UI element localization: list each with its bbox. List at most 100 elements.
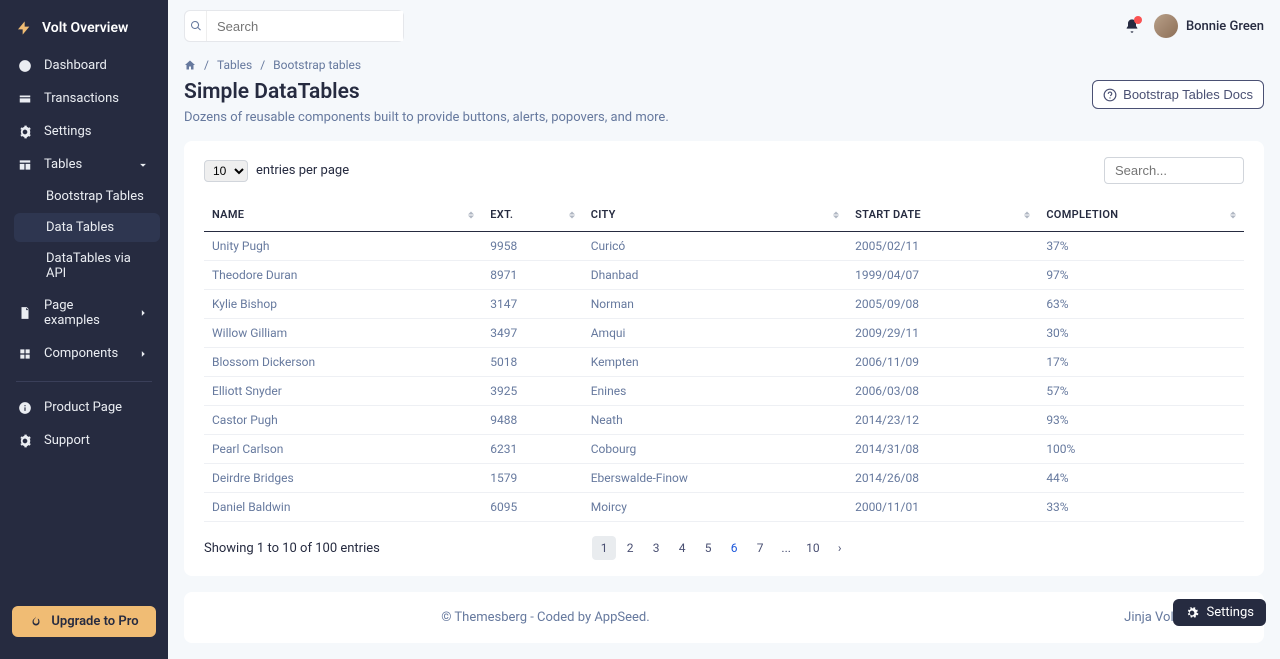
sidebar-item-label: Settings [44,124,91,139]
page-5[interactable]: 5 [696,536,720,560]
user-name: Bonnie Green [1186,19,1264,34]
sidebar: Volt Overview Dashboard Transactions Setti… [0,0,168,659]
sidebar-item-settings[interactable]: Settings [8,116,160,147]
page-title: Simple DataTables [184,80,669,104]
table-cell: 5018 [482,348,582,377]
sidebar-item-product-page[interactable]: Product Page [8,392,160,423]
table-cell: Cobourg [583,435,847,464]
sidebar-item-support[interactable]: Support [8,425,160,456]
sidebar-item-components[interactable]: Components [8,338,160,369]
page-10[interactable]: 10 [800,536,826,560]
search-input[interactable] [207,11,403,41]
search-icon [185,11,207,41]
brand[interactable]: Volt Overview [0,10,168,50]
table-cell: 1999/04/07 [847,261,1038,290]
sidebar-item-transactions[interactable]: Transactions [8,83,160,114]
docs-button-label: Bootstrap Tables Docs [1123,87,1253,102]
home-icon[interactable] [184,59,196,71]
table-cell: 9488 [482,406,582,435]
table-cell: 6231 [482,435,582,464]
col-completion[interactable]: COMPLETION [1038,198,1244,232]
table-info: Showing 1 to 10 of 100 entries [204,541,380,556]
table-row: Theodore Duran8971Dhanbad1999/04/0797% [204,261,1244,290]
breadcrumb-tables[interactable]: Tables [217,58,252,72]
sidebar-item-tables[interactable]: Tables [8,149,160,180]
search-box[interactable] [184,10,404,42]
table-cell: 3497 [482,319,582,348]
sort-icon [833,211,839,218]
table-cell: Enines [583,377,847,406]
sort-icon [569,211,575,218]
nav-icon [18,401,32,415]
sidebar-item-page-examples[interactable]: Page examples [8,290,160,336]
col-name[interactable]: NAME [204,198,482,232]
entries-select[interactable]: 10 [204,160,248,182]
page-2[interactable]: 2 [618,536,642,560]
table-cell: 2005/02/11 [847,232,1038,261]
page-subtitle: Dozens of reusable components built to p… [184,110,669,125]
table-cell: Castor Pugh [204,406,482,435]
table-row: Castor Pugh9488Neath2014/23/1293% [204,406,1244,435]
table-row: Kylie Bishop3147Norman2005/09/0863% [204,290,1244,319]
chevron-down-icon [136,158,150,172]
fire-icon [29,615,43,629]
table-search-input[interactable] [1104,157,1244,184]
brand-label: Volt Overview [42,20,128,36]
sort-icon [468,211,474,218]
page-6[interactable]: 6 [722,536,746,560]
table-cell: 2014/31/08 [847,435,1038,464]
table-cell: Neath [583,406,847,435]
table-cell: Moircy [583,493,847,522]
docs-button[interactable]: Bootstrap Tables Docs [1092,80,1264,109]
sidebar-subitem-bootstrap-tables[interactable]: Bootstrap Tables [14,182,160,211]
notifications-button[interactable] [1124,18,1140,34]
table-cell: Kempten [583,348,847,377]
table-cell: 3925 [482,377,582,406]
table-cell: 33% [1038,493,1244,522]
table-cell: 2006/11/09 [847,348,1038,377]
table-cell: 6095 [482,493,582,522]
user-menu[interactable]: Bonnie Green [1154,14,1264,38]
upgrade-button[interactable]: Upgrade to Pro [12,606,156,637]
table-cell: 8971 [482,261,582,290]
sidebar-item-label: Page examples [44,298,124,328]
col-start-date[interactable]: START DATE [847,198,1038,232]
breadcrumb-current[interactable]: Bootstrap tables [273,58,361,72]
table-row: Unity Pugh9958Curicó2005/02/1137% [204,232,1244,261]
page-1[interactable]: 1 [592,536,616,560]
page-7[interactable]: 7 [748,536,772,560]
sidebar-subitem-data-tables[interactable]: Data Tables [14,213,160,242]
page-3[interactable]: 3 [644,536,668,560]
table-cell: 2006/03/08 [847,377,1038,406]
table-cell: Dhanbad [583,261,847,290]
table-cell: 3147 [482,290,582,319]
table-row: Deirdre Bridges1579Eberswalde-Finow2014/… [204,464,1244,493]
sidebar-item-dashboard[interactable]: Dashboard [8,50,160,81]
sidebar-item-label: Components [44,346,118,361]
table-cell: 2005/09/08 [847,290,1038,319]
table-cell: 44% [1038,464,1244,493]
chevron-right-icon [136,306,150,320]
table-cell: 97% [1038,261,1244,290]
topbar: Bonnie Green [168,0,1280,42]
page-›[interactable]: › [828,536,852,560]
nav-icon [18,158,32,172]
table-cell: 2000/11/01 [847,493,1038,522]
col-city[interactable]: CITY [583,198,847,232]
table-cell: Theodore Duran [204,261,482,290]
settings-fab[interactable]: Settings [1173,599,1266,626]
nav-icon [18,59,32,73]
sidebar-subitem-datatables-via-api[interactable]: DataTables via API [14,244,160,288]
table-row: Elliott Snyder3925Enines2006/03/0857% [204,377,1244,406]
sidebar-item-label: Transactions [44,91,119,106]
entries-label: entries per page [256,163,349,178]
table-cell: 100% [1038,435,1244,464]
page-4[interactable]: 4 [670,536,694,560]
table-row: Blossom Dickerson5018Kempten2006/11/0917… [204,348,1244,377]
table-row: Pearl Carlson6231Cobourg2014/31/08100% [204,435,1244,464]
table-cell: Kylie Bishop [204,290,482,319]
table-cell: 9958 [482,232,582,261]
footer-copyright: © Themesberg - Coded by AppSeed. [441,610,649,625]
col-ext-[interactable]: EXT. [482,198,582,232]
nav-icon [18,306,32,320]
